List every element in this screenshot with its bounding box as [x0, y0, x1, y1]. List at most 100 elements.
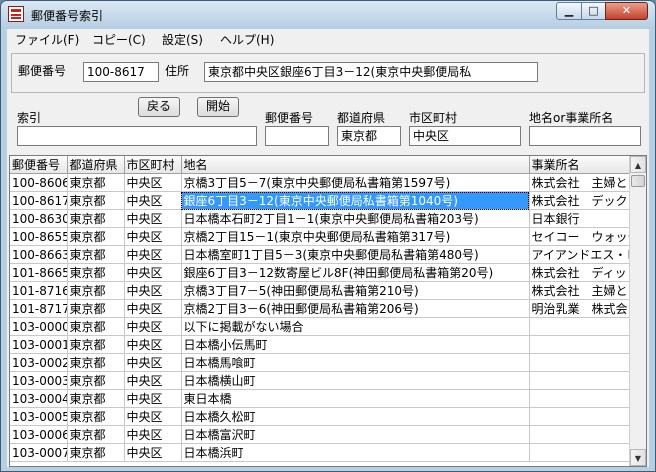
maximize-button[interactable]: □: [581, 2, 606, 20]
table-row[interactable]: 103-0004 東京都 中央区 東日本橋: [10, 389, 632, 408]
cell-prefecture[interactable]: 東京都: [67, 425, 125, 444]
cell-city[interactable]: 中央区: [124, 299, 182, 318]
cell-place[interactable]: 銀座6丁目3－12(東京中央郵便局私書箱第1040号): [181, 191, 530, 210]
cell-business[interactable]: セイコー ウォッチ: [529, 227, 632, 246]
prefecture-input[interactable]: 東京都: [337, 126, 401, 146]
cell-prefecture[interactable]: 東京都: [67, 245, 125, 264]
cell-prefecture[interactable]: 東京都: [67, 317, 125, 336]
cell-business[interactable]: 明治乳業 株式会: [529, 299, 632, 318]
table-row[interactable]: 101-8665 東京都 中央区 銀座6丁目3－12数寄屋ビル8F(神田郵便局私書箱第…: [10, 263, 632, 282]
cell-business[interactable]: [529, 371, 632, 390]
cell-place[interactable]: 京橋2丁目3－6(神田郵便局私書箱第206号): [181, 299, 530, 318]
cell-postal[interactable]: 103-0007: [10, 443, 68, 462]
cell-city[interactable]: 中央区: [124, 353, 182, 372]
table-row[interactable]: 101-8717 東京都 中央区 京橋2丁目3－6(神田郵便局私書箱第206号) 明治乳…: [10, 299, 632, 318]
title-bar[interactable]: 郵便番号索引 ▁ □ ✕: [1, 1, 655, 29]
search-postal-input[interactable]: [265, 126, 329, 146]
cell-postal[interactable]: 100-8655: [10, 227, 68, 246]
table-row[interactable]: 100-8655 東京都 中央区 京橋2丁目15－1(東京中央郵便局私書箱第317号)…: [10, 227, 632, 246]
menu-copy[interactable]: コピー(C): [92, 31, 146, 48]
cell-postal[interactable]: 103-0006: [10, 425, 68, 444]
table-row[interactable]: 103-0000 東京都 中央区 以下に掲載がない場合: [10, 317, 632, 336]
table-row[interactable]: 100-8663 東京都 中央区 日本橋室町1丁目5－3(東京中央郵便局私書箱第480…: [10, 245, 632, 264]
cell-prefecture[interactable]: 東京都: [67, 281, 125, 300]
cell-business[interactable]: アイアンドエス・ビ: [529, 245, 632, 264]
cell-prefecture[interactable]: 東京都: [67, 389, 125, 408]
cell-place[interactable]: 京橋2丁目15－1(東京中央郵便局私書箱第317号): [181, 227, 530, 246]
cell-prefecture[interactable]: 東京都: [67, 299, 125, 318]
cell-place[interactable]: 銀座6丁目3－12数寄屋ビル8F(神田郵便局私書箱第20号): [181, 263, 530, 282]
cell-postal[interactable]: 103-0004: [10, 389, 68, 408]
cell-city[interactable]: 中央区: [124, 371, 182, 390]
index-input[interactable]: [17, 126, 257, 146]
table-row[interactable]: 103-0002 東京都 中央区 日本橋馬喰町: [10, 353, 632, 372]
cell-postal[interactable]: 103-0001: [10, 335, 68, 354]
column-header-business[interactable]: 事業所名: [529, 156, 632, 174]
place-name-input[interactable]: [529, 126, 641, 146]
cell-business[interactable]: 株式会社 主婦と: [529, 281, 632, 300]
cell-business[interactable]: [529, 425, 632, 444]
cell-prefecture[interactable]: 東京都: [67, 443, 125, 462]
cell-city[interactable]: 中央区: [124, 317, 182, 336]
cell-city[interactable]: 中央区: [124, 443, 182, 462]
column-header-postal[interactable]: 郵便番号: [10, 156, 68, 174]
cell-postal[interactable]: 101-8717: [10, 299, 68, 318]
cell-postal[interactable]: 100-8630: [10, 209, 68, 228]
scroll-down-arrow-icon[interactable]: ▼: [630, 449, 646, 466]
cell-city[interactable]: 中央区: [124, 389, 182, 408]
cell-place[interactable]: 日本橋久松町: [181, 407, 530, 426]
cell-business[interactable]: 株式会社 主婦と: [529, 173, 632, 192]
menu-help[interactable]: ヘルプ(H): [220, 31, 274, 48]
cell-business[interactable]: [529, 443, 632, 462]
table-row[interactable]: 101-8716 東京都 中央区 京橋3丁目7－5(神田郵便局私書箱第210号) 株式会…: [10, 281, 632, 300]
cell-place[interactable]: 以下に掲載がない場合: [181, 317, 530, 336]
cell-place[interactable]: 日本橋富沢町: [181, 425, 530, 444]
table-row[interactable]: 103-0007 東京都 中央区 日本橋浜町: [10, 443, 632, 462]
vertical-scrollbar[interactable]: ▲ ▼: [629, 156, 646, 466]
cell-place[interactable]: 日本橋横山町: [181, 371, 530, 390]
scroll-thumb[interactable]: [631, 175, 645, 187]
cell-place[interactable]: 日本橋本石町2丁目1－1(東京中央郵便局私書箱203号): [181, 209, 530, 228]
cell-city[interactable]: 中央区: [124, 407, 182, 426]
cell-postal[interactable]: 101-8716: [10, 281, 68, 300]
cell-city[interactable]: 中央区: [124, 245, 182, 264]
menu-file[interactable]: ファイル(F): [15, 31, 79, 48]
table-row[interactable]: 103-0005 東京都 中央区 日本橋久松町: [10, 407, 632, 426]
cell-prefecture[interactable]: 東京都: [67, 353, 125, 372]
cell-postal[interactable]: 103-0000: [10, 317, 68, 336]
cell-place[interactable]: 日本橋小伝馬町: [181, 335, 530, 354]
cell-city[interactable]: 中央区: [124, 209, 182, 228]
table-row[interactable]: 103-0001 東京都 中央区 日本橋小伝馬町: [10, 335, 632, 354]
postal-code-field[interactable]: 100-8617: [83, 62, 159, 82]
cell-postal[interactable]: 103-0003: [10, 371, 68, 390]
cell-prefecture[interactable]: 東京都: [67, 191, 125, 210]
cell-city[interactable]: 中央区: [124, 227, 182, 246]
cell-business[interactable]: [529, 353, 632, 372]
start-button[interactable]: 開始: [197, 97, 239, 117]
cell-place[interactable]: 京橋3丁目5－7(東京中央郵便局私書箱第1597号): [181, 173, 530, 192]
cell-business[interactable]: 株式会社 ディッ: [529, 263, 632, 282]
cell-business[interactable]: 日本銀行: [529, 209, 632, 228]
cell-place[interactable]: 日本橋馬喰町: [181, 353, 530, 372]
cell-city[interactable]: 中央区: [124, 281, 182, 300]
cell-place[interactable]: 日本橋室町1丁目5－3(東京中央郵便局私書箱第480号): [181, 245, 530, 264]
cell-postal[interactable]: 101-8665: [10, 263, 68, 282]
cell-city[interactable]: 中央区: [124, 173, 182, 192]
cell-prefecture[interactable]: 東京都: [67, 263, 125, 282]
cell-prefecture[interactable]: 東京都: [67, 407, 125, 426]
minimize-button[interactable]: ▁: [556, 2, 582, 20]
cell-place[interactable]: 東日本橋: [181, 389, 530, 408]
table-row[interactable]: 103-0006 東京都 中央区 日本橋富沢町: [10, 425, 632, 444]
cell-prefecture[interactable]: 東京都: [67, 173, 125, 192]
cell-city[interactable]: 中央区: [124, 425, 182, 444]
close-button[interactable]: ✕: [605, 2, 648, 20]
city-input[interactable]: 中央区: [409, 126, 521, 146]
cell-city[interactable]: 中央区: [124, 263, 182, 282]
cell-business[interactable]: [529, 389, 632, 408]
cell-place[interactable]: 京橋3丁目7－5(神田郵便局私書箱第210号): [181, 281, 530, 300]
column-header-prefecture[interactable]: 都道府県: [67, 156, 125, 174]
cell-postal[interactable]: 100-8663: [10, 245, 68, 264]
cell-city[interactable]: 中央区: [124, 191, 182, 210]
back-button[interactable]: 戻る: [138, 97, 180, 117]
cell-postal[interactable]: 103-0005: [10, 407, 68, 426]
